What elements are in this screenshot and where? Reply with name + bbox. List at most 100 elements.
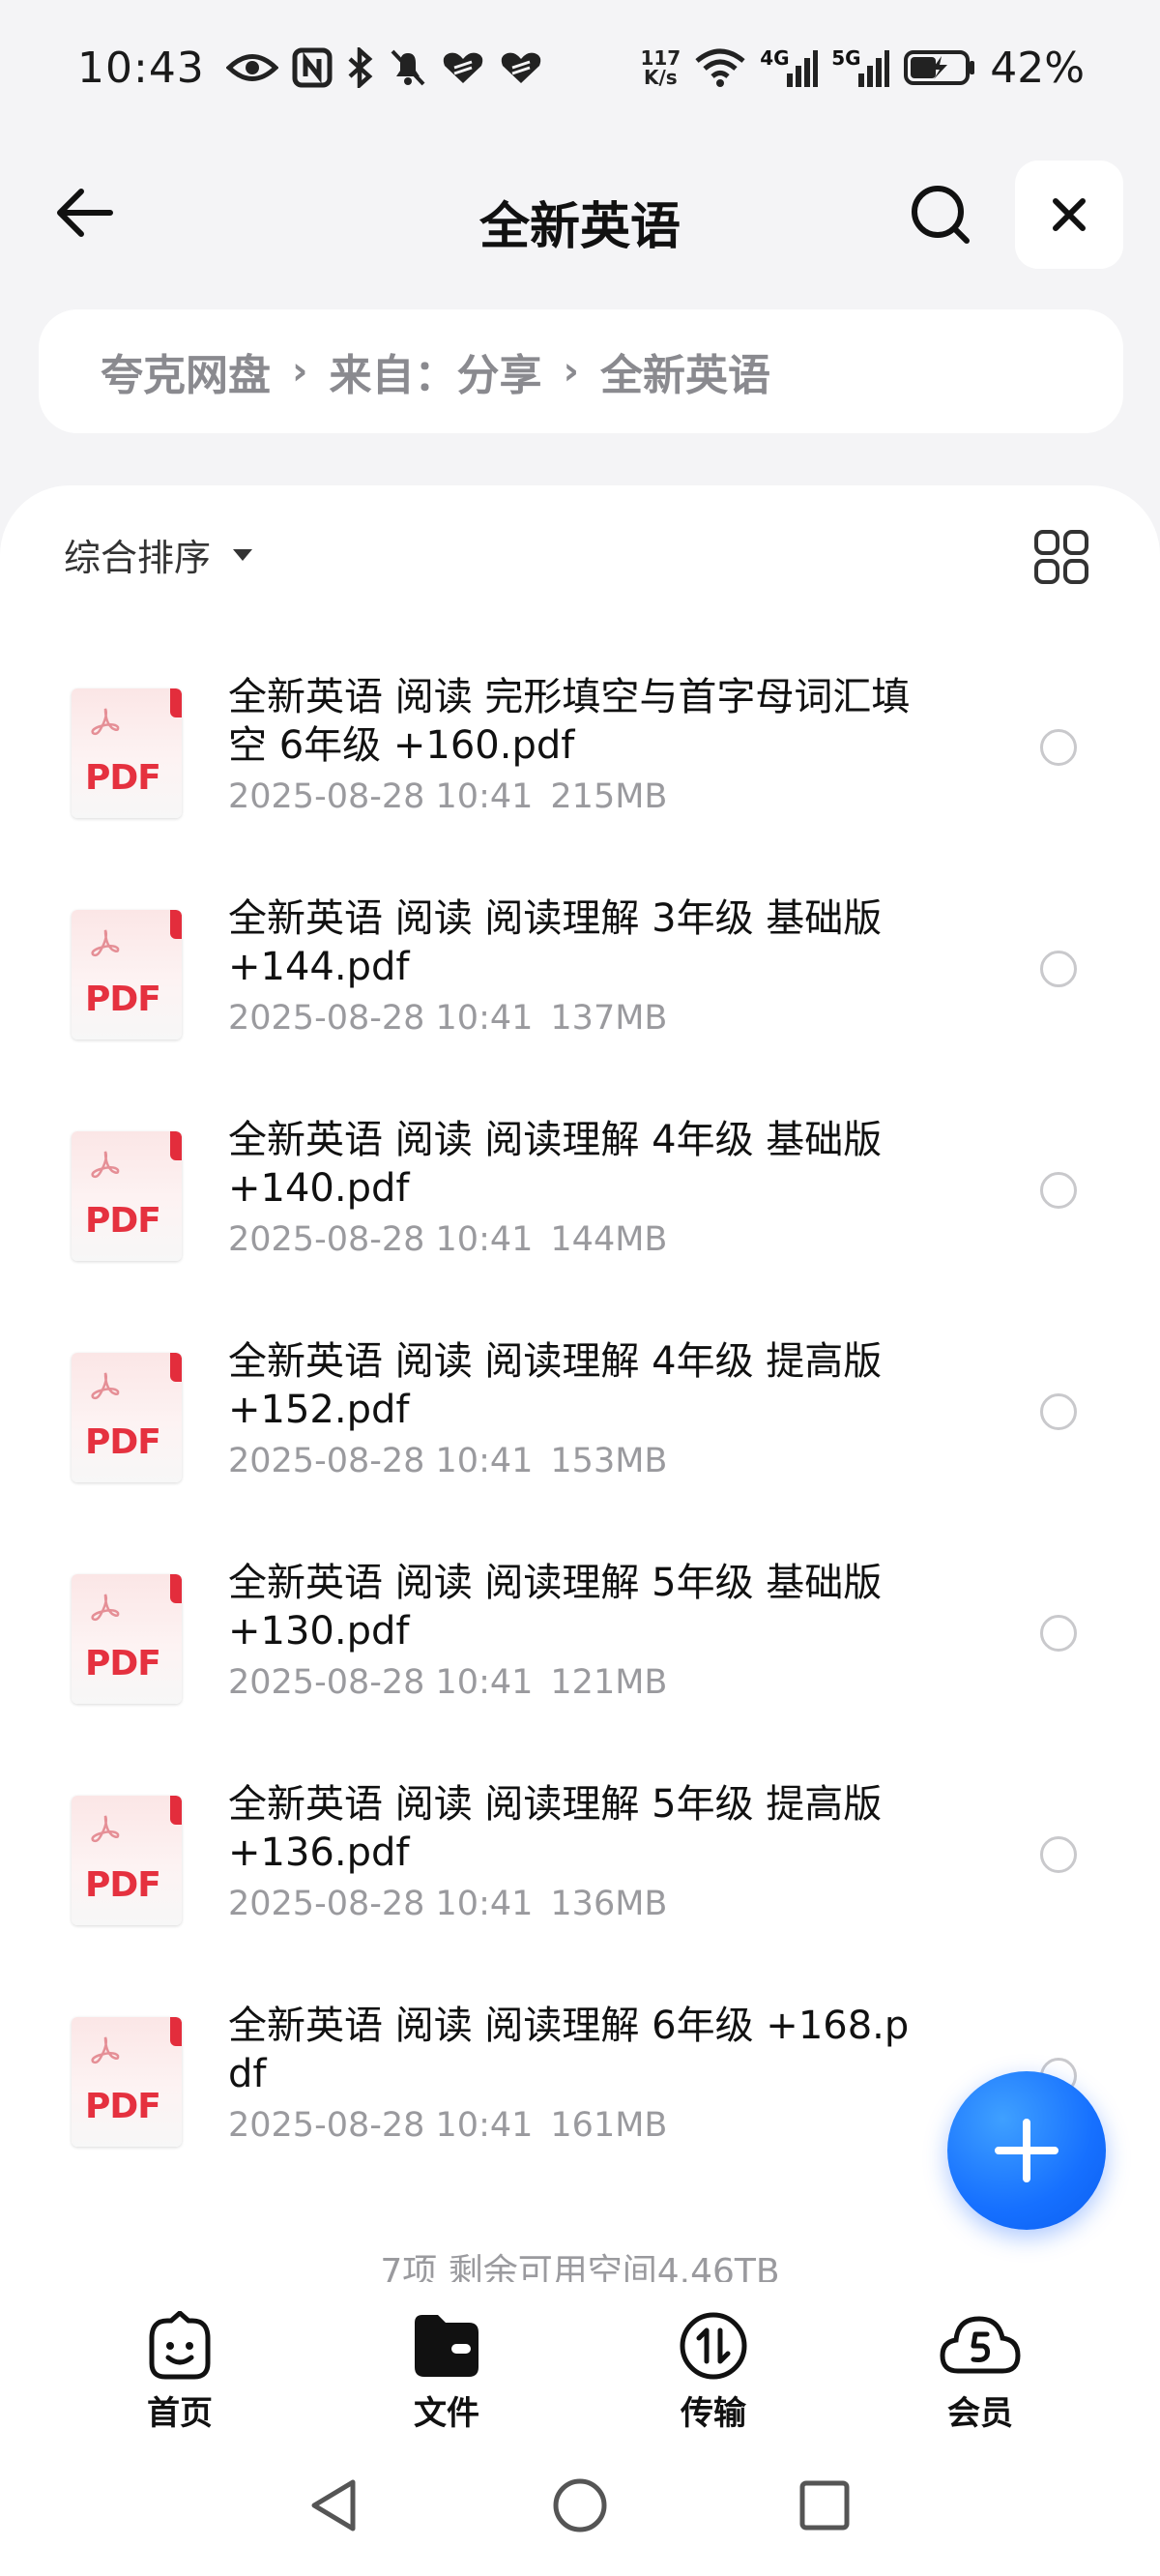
sort-dropdown[interactable]: 综合排序 (64, 528, 253, 581)
pdf-file-icon: PDF (72, 1796, 182, 1925)
file-name: 全新英语 阅读 完形填空与首字母词汇填空 6年级 +160.pdf (228, 675, 911, 768)
file-meta: 2025-08-28 10:41 121MB (228, 1663, 684, 1702)
network-speed-unit: K/s (643, 66, 678, 89)
home-smile-icon (149, 2311, 211, 2380)
file-size: 137MB (550, 999, 668, 1038)
add-button[interactable] (947, 2071, 1106, 2230)
file-date: 2025-08-28 10:41 (228, 777, 534, 816)
system-back-button[interactable] (300, 2472, 367, 2539)
status-time: 10:43 (77, 43, 205, 93)
nav-item-transfer[interactable]: 传输 (580, 2301, 847, 2437)
battery-icon (904, 50, 975, 85)
file-row[interactable]: PDF 全新英语 阅读 阅读理解 5年级 基础版 +130.pdf 2025-0… (0, 1545, 1160, 1767)
header: 全新英语 (0, 145, 1160, 280)
pdf-file-icon: PDF (72, 2017, 182, 2147)
pdf-label: PDF (85, 1201, 161, 1241)
network-speed-value: 117 (640, 46, 682, 70)
breadcrumb-item-root[interactable]: 夸克网盘 (101, 340, 271, 402)
mute-bell-icon (391, 49, 425, 86)
file-row[interactable]: PDF 全新英语 阅读 完形填空与首字母词汇填空 6年级 +160.pdf 20… (0, 659, 1160, 881)
pdf-label: PDF (85, 1865, 161, 1905)
pdf-file-icon: PDF (72, 1574, 182, 1704)
signal-5g: 5G (831, 46, 890, 89)
file-meta: 2025-08-28 10:41 136MB (228, 1885, 684, 1923)
close-icon (1053, 198, 1086, 231)
grid-view-icon (1034, 530, 1088, 584)
file-size: 215MB (550, 777, 668, 816)
file-row[interactable]: PDF 全新英语 阅读 阅读理解 4年级 基础版 +140.pdf 2025-0… (0, 1102, 1160, 1324)
file-date: 2025-08-28 10:41 (228, 1663, 534, 1702)
nfc-icon (292, 47, 333, 88)
pdf-file-icon: PDF (72, 1353, 182, 1482)
pdf-label: PDF (85, 980, 161, 1019)
nav-item-member[interactable]: 会员 (847, 2301, 1114, 2437)
file-date: 2025-08-28 10:41 (228, 2106, 534, 2145)
breadcrumb: 夸克网盘 › 来自：分享 › 全新英语 (39, 309, 1123, 433)
search-button[interactable] (904, 178, 977, 251)
system-home-button[interactable] (546, 2472, 614, 2539)
nav-item-files[interactable]: 文件 (313, 2301, 580, 2437)
file-date: 2025-08-28 10:41 (228, 1220, 534, 1259)
file-meta: 2025-08-28 10:41 215MB (228, 777, 684, 816)
file-meta: 2025-08-28 10:41 161MB (228, 2106, 684, 2145)
breadcrumb-separator: › (292, 349, 308, 394)
file-name: 全新英语 阅读 阅读理解 5年级 提高版 +136.pdf (228, 1782, 883, 1875)
close-button[interactable] (1015, 161, 1123, 269)
storage-summary: 7项 剩余可用空间4.46TB (380, 2252, 780, 2282)
transfer-icon (680, 2312, 747, 2380)
file-size: 136MB (550, 1885, 668, 1923)
file-size: 153MB (550, 1442, 668, 1480)
file-meta: 2025-08-28 10:41 153MB (228, 1442, 684, 1480)
file-size: 121MB (550, 1663, 668, 1702)
pdf-file-icon: PDF (72, 688, 182, 818)
file-sheet: 综合排序 PDF 全新英语 阅读 完形填空与首字母词汇填空 6年级 +160.p… (0, 485, 1160, 2303)
select-radio[interactable] (1040, 1615, 1077, 1652)
pdf-label: PDF (85, 1422, 161, 1462)
file-date: 2025-08-28 10:41 (228, 999, 534, 1038)
select-radio[interactable] (1040, 1393, 1077, 1430)
file-row[interactable]: PDF 全新英语 阅读 阅读理解 3年级 基础版 +144.pdf 2025-0… (0, 881, 1160, 1102)
pdf-file-icon: PDF (72, 1131, 182, 1261)
caret-down-icon (233, 548, 253, 561)
system-recents-button[interactable] (791, 2472, 858, 2539)
wifi-icon (695, 48, 745, 87)
nav-label-files: 文件 (414, 2394, 479, 2433)
system-nav-bar (0, 2437, 1160, 2576)
page-title: 全新英语 (478, 198, 681, 256)
select-radio[interactable] (1040, 1836, 1077, 1873)
plus-icon (995, 2119, 1058, 2182)
square-recents-icon (799, 2480, 850, 2531)
pdf-label: PDF (85, 758, 161, 798)
eye-icon (225, 54, 278, 81)
signal-4g-label: 4G (760, 46, 790, 70)
pdf-label: PDF (85, 1644, 161, 1683)
file-row[interactable]: PDF 全新英语 阅读 阅读理解 4年级 提高版 +152.pdf 2025-0… (0, 1324, 1160, 1545)
nav-item-home[interactable]: 首页 (46, 2301, 313, 2437)
file-name: 全新英语 阅读 阅读理解 3年级 基础版 +144.pdf (228, 896, 883, 989)
circle-home-icon (553, 2478, 607, 2532)
pdf-file-icon: PDF (72, 910, 182, 1039)
select-radio[interactable] (1040, 1172, 1077, 1209)
network-speed: 117 K/s (640, 48, 681, 87)
search-icon (912, 186, 970, 244)
folder-icon (415, 2315, 478, 2377)
file-size: 144MB (550, 1220, 668, 1259)
file-meta: 2025-08-28 10:41 144MB (228, 1220, 684, 1259)
signal-4g: 4G (760, 46, 819, 89)
breadcrumb-item-share[interactable]: 来自：分享 (329, 340, 541, 402)
grid-view-button[interactable] (1032, 528, 1090, 586)
select-radio[interactable] (1040, 729, 1077, 766)
status-left-icons (225, 47, 543, 88)
heart-link-icon (443, 52, 483, 83)
file-date: 2025-08-28 10:41 (228, 1885, 534, 1923)
nav-label-home: 首页 (147, 2394, 213, 2433)
file-row[interactable]: PDF 全新英语 阅读 阅读理解 5年级 提高版 +136.pdf 2025-0… (0, 1767, 1160, 1988)
select-radio[interactable] (1040, 951, 1077, 987)
signal-5g-label: 5G (831, 46, 861, 70)
nav-label-transfer: 传输 (681, 2394, 746, 2433)
file-name: 全新英语 阅读 阅读理解 6年级 +168.pdf (228, 2004, 910, 2096)
breadcrumb-separator: › (563, 349, 579, 394)
heart-link-icon-2 (501, 52, 541, 83)
bluetooth-icon (348, 47, 373, 88)
file-size: 161MB (550, 2106, 668, 2145)
